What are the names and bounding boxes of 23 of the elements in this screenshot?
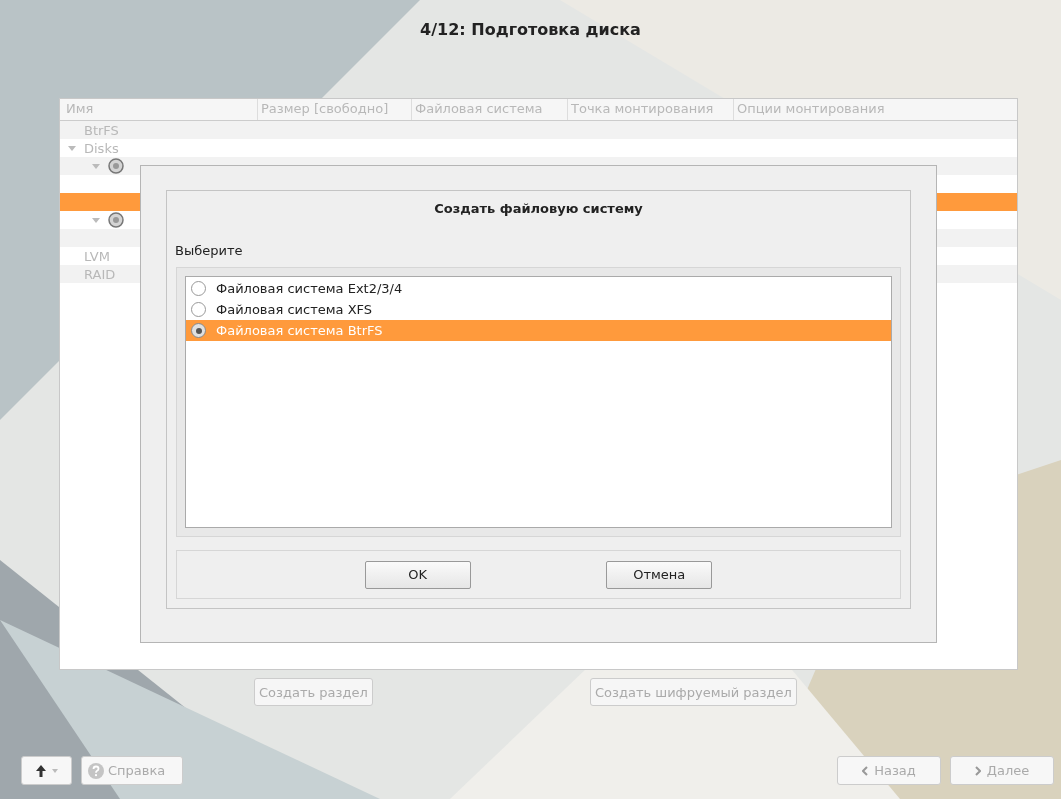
column-header[interactable]: Имя bbox=[60, 99, 258, 120]
prompt-label: Выберите bbox=[175, 243, 244, 260]
next-button[interactable]: Далее bbox=[950, 756, 1054, 785]
list-item[interactable]: Файловая система XFS bbox=[186, 299, 891, 320]
partition-button[interactable]: Создать шифруемый раздел bbox=[590, 678, 797, 706]
tree-label: RAID bbox=[84, 266, 116, 282]
column-header[interactable]: Файловая система bbox=[412, 99, 568, 120]
list-item[interactable]: Файловая система Ext2/3/4 bbox=[186, 278, 891, 299]
dialog-button[interactable]: OK bbox=[364, 560, 471, 589]
window-title: 4/12: Подготовка диска bbox=[420, 20, 641, 41]
list-item[interactable]: Файловая система BtrFS bbox=[186, 320, 891, 341]
tree-label: BtrFS bbox=[84, 122, 119, 138]
column-header[interactable]: Точка монтирования bbox=[568, 99, 734, 120]
partition-button[interactable]: Создать раздел bbox=[254, 678, 373, 706]
tree-label: LVM bbox=[84, 248, 110, 264]
help-button[interactable]: Справка bbox=[81, 756, 183, 785]
tree-row[interactable]: BtrFS bbox=[60, 121, 1017, 139]
dialog-title: Создать файловую систему bbox=[433, 201, 644, 218]
dialog-button[interactable]: Отмена bbox=[606, 560, 713, 589]
column-header[interactable]: Размер [свободно] bbox=[258, 99, 412, 120]
column-header[interactable]: Опции монтирования bbox=[734, 99, 1017, 120]
back-button[interactable]: Назад bbox=[837, 756, 941, 785]
tree-label: Disks bbox=[84, 140, 119, 156]
